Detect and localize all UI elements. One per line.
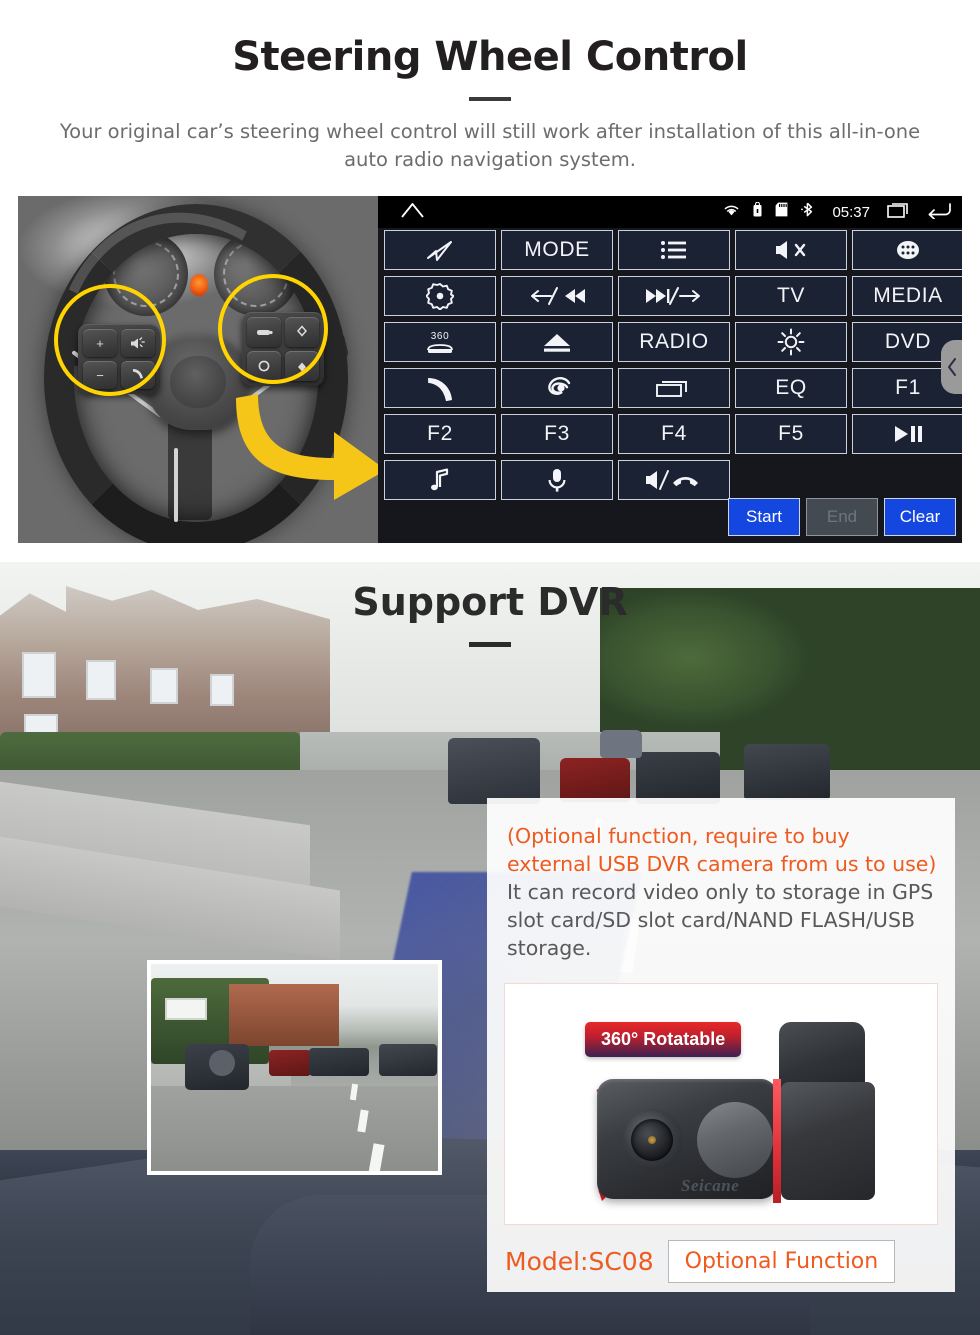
brightness-button[interactable] (735, 322, 847, 362)
vehicle (744, 744, 830, 800)
power-eye-button[interactable] (384, 276, 496, 316)
dvr-optional-note: (Optional function, require to buy exter… (507, 824, 937, 876)
model-row: Model:SC08 Optional Function (505, 1240, 896, 1283)
sd-card-icon (775, 202, 788, 222)
app-drawer-button[interactable] (852, 230, 962, 270)
camera-lens-reflection (648, 1136, 656, 1144)
swc-action-buttons: Start End Clear (728, 498, 956, 536)
mode-button[interactable]: MODE (501, 230, 613, 270)
volume-hangup-button[interactable] (618, 460, 730, 500)
play-pause-button[interactable] (852, 414, 962, 454)
android-status-bar: 05:37 (378, 196, 962, 228)
yellow-arrow-icon (230, 384, 378, 502)
360-view-button[interactable]: 360 (384, 322, 496, 362)
status-clock: 05:37 (832, 203, 870, 221)
microphone-button[interactable] (501, 460, 613, 500)
list-menu-button[interactable] (618, 230, 730, 270)
start-button[interactable]: Start (728, 498, 800, 536)
mute-button[interactable] (735, 230, 847, 270)
highlight-circle-right (218, 274, 328, 384)
music-button[interactable] (384, 460, 496, 500)
dvr-storage-note: It can record video only to storage in G… (507, 880, 934, 960)
vehicle (560, 758, 630, 802)
chevron-left-icon[interactable] (941, 340, 962, 394)
steering-wheel-photo: + − (18, 196, 378, 543)
rotatable-badge: 360° Rotatable (585, 1022, 742, 1057)
end-button[interactable]: End (806, 498, 878, 536)
page-title: Steering Wheel Control (232, 34, 748, 80)
camera-mount-base (781, 1082, 875, 1200)
head-unit-screen: 05:37 MODE TV MEDIA 360 RADIO DVD EQ F1 … (378, 196, 962, 543)
highlight-circle-left (54, 284, 166, 396)
brand-watermark: Seicane (681, 1176, 740, 1195)
steering-wheel-header: Steering Wheel Control Your original car… (0, 0, 980, 196)
swc-button-grid: MODE TV MEDIA 360 RADIO DVD EQ F1 F2 F3 … (384, 230, 962, 500)
swirl-logo-button[interactable] (501, 368, 613, 408)
phone-call-button[interactable] (384, 368, 496, 408)
previous-track-button[interactable] (501, 276, 613, 316)
vehicle (448, 738, 540, 804)
navigation-arrow-button[interactable] (384, 230, 496, 270)
wifi-icon (723, 203, 740, 221)
title-divider (469, 97, 511, 101)
vehicle (636, 752, 720, 804)
optional-function-badge: Optional Function (667, 1240, 896, 1283)
chrome-trim-bottom (174, 448, 178, 522)
steering-wheel-stage: + − 05:37 MODE TV MEDIA 360 RADIO DVD EQ… (18, 196, 962, 543)
recent-apps-icon[interactable] (887, 201, 913, 224)
dvr-title-divider (469, 642, 511, 647)
eq-button[interactable]: EQ (735, 368, 847, 408)
product-detail-page: Steering Wheel Control Your original car… (0, 0, 980, 1335)
dvr-info-panel: (Optional function, require to buy exter… (487, 798, 955, 1292)
camera-red-accent (773, 1079, 781, 1203)
dvr-product-image: 360° Rotatable Seicane (504, 983, 938, 1225)
tv-button[interactable]: TV (735, 276, 847, 316)
camera-side-panel (697, 1102, 773, 1178)
f5-button[interactable]: F5 (735, 414, 847, 454)
eject-button[interactable] (501, 322, 613, 362)
svg-text:360: 360 (431, 331, 450, 342)
hub-badge (170, 356, 226, 408)
next-track-button[interactable] (618, 276, 730, 316)
home-icon[interactable] (400, 201, 425, 224)
f3-button[interactable]: F3 (501, 414, 613, 454)
clear-button[interactable]: Clear (884, 498, 956, 536)
f2-button[interactable]: F2 (384, 414, 496, 454)
vehicle (600, 730, 642, 758)
media-button[interactable]: MEDIA (852, 276, 962, 316)
dvr-video-thumbnail (147, 960, 442, 1175)
f4-button[interactable]: F4 (618, 414, 730, 454)
section-title-dvr: Support DVR (352, 580, 628, 624)
bluetooth-icon (801, 202, 815, 222)
usb-icon (753, 201, 762, 222)
model-label: Model:SC08 (505, 1247, 654, 1276)
status-icons-group: 05:37 (723, 201, 952, 224)
screen-window-button[interactable] (618, 368, 730, 408)
radio-button[interactable]: RADIO (618, 322, 730, 362)
page-subtitle: Your original car’s steering wheel contr… (59, 120, 921, 171)
back-arrow-icon[interactable] (926, 201, 952, 224)
